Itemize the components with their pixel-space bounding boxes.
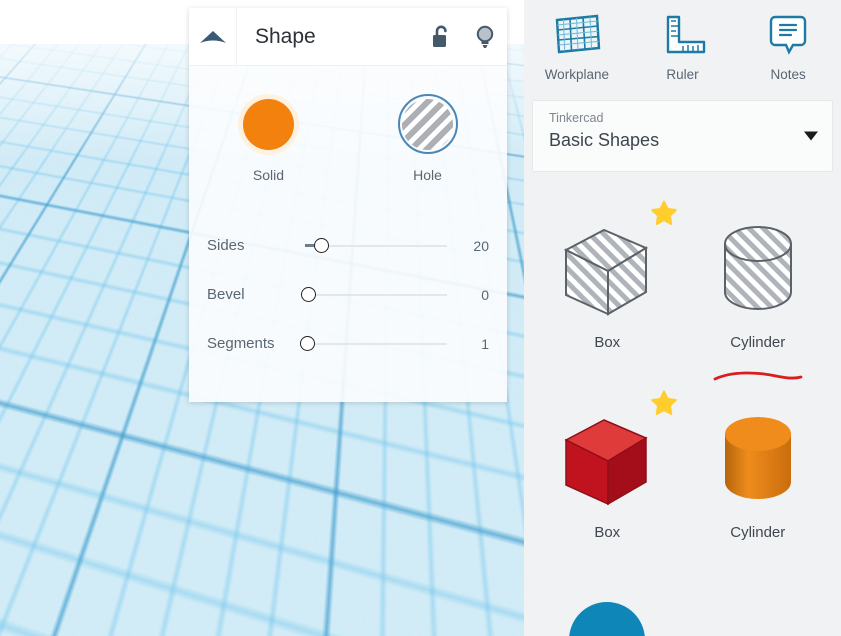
unlock-padlock-icon <box>433 25 447 47</box>
category-name: Basic Shapes <box>549 130 660 150</box>
dimension-value-1[interactable]: 1.50 <box>205 459 256 485</box>
category-provider: Tinkercad <box>549 111 604 125</box>
slider-knob-segments[interactable] <box>300 336 315 351</box>
slider-track-sides[interactable] <box>305 236 447 256</box>
workplane-grid-icon <box>555 14 601 54</box>
shape-item-sphere-partial[interactable] <box>532 576 683 636</box>
ruler-icon <box>666 15 705 54</box>
mode-solid[interactable]: Solid <box>189 94 348 183</box>
slider-knob-bevel[interactable] <box>301 287 316 302</box>
slider-value-sides[interactable]: 20 <box>447 238 489 254</box>
shape-item-box-hole[interactable]: Box <box>532 196 683 386</box>
slider-row-bevel: Bevel 0 <box>207 270 489 319</box>
slider-row-sides: Sides 20 <box>207 221 489 270</box>
shape-panel-header: Shape <box>189 7 507 66</box>
mode-solid-label: Solid <box>252 167 285 183</box>
solid-swatch-wrap <box>239 94 299 154</box>
notes-bubble-icon <box>769 15 807 55</box>
slider-value-segments[interactable]: 1 <box>447 336 489 352</box>
shape-item-box-solid[interactable]: Box <box>532 386 683 576</box>
shape-row <box>532 576 833 636</box>
light-toggle-button[interactable] <box>463 8 507 66</box>
shape-properties-panel: Shape Solid Hole Sides 20 Bevel 0 Segmen… <box>189 7 507 402</box>
slider-row-segments: Segments 1 <box>207 319 489 368</box>
shape-library-grid: Box Cylinder Box Cylinder <box>532 196 833 636</box>
chevron-down-icon <box>804 131 818 141</box>
dimension-value-2[interactable]: 1.50 <box>148 532 199 558</box>
shape-row: Box Cylinder <box>532 386 833 576</box>
slider-label-segments: Segments <box>207 335 275 352</box>
shape-item-cylinder-hole[interactable]: Cylinder <box>683 196 834 386</box>
partial-thumbnail <box>703 594 813 636</box>
box-hole-thumbnail <box>552 214 662 326</box>
cylinder-hole-thumbnail <box>703 214 813 326</box>
slider-track-segments[interactable] <box>300 334 447 354</box>
favorite-star-icon <box>650 390 677 420</box>
solid-color-swatch <box>243 98 294 150</box>
cylinder-solid-thumbnail <box>703 404 813 516</box>
tool-ruler-label: Ruler <box>666 67 699 82</box>
shape-parameter-sliders: Sides 20 Bevel 0 Segments 1 <box>189 183 507 368</box>
scale-handle[interactable] <box>94 472 105 483</box>
shape-item-cylinder-solid[interactable]: Cylinder <box>683 386 834 576</box>
slider-label-bevel: Bevel <box>207 286 245 303</box>
shape-row: Box Cylinder <box>532 196 833 386</box>
shape-label: Box <box>594 524 621 541</box>
tool-buttons: Workplane Ruler Notes <box>524 0 841 100</box>
tool-workplane[interactable]: Workplane <box>524 12 630 82</box>
triangle-up-icon <box>199 30 226 43</box>
shape-label: Cylinder <box>730 524 786 541</box>
red-annotation-underline-2 <box>143 563 217 576</box>
tool-workplane-label: Workplane <box>544 67 609 82</box>
shape-label: Cylinder <box>730 334 786 351</box>
shape-panel-collapse-button[interactable] <box>189 7 237 66</box>
tool-notes-label: Notes <box>770 67 806 82</box>
slider-fill-sides <box>305 244 314 247</box>
rotate-cone-handle[interactable] <box>160 258 182 274</box>
tinkercad-editor: 1.50 1.50 ❯ Shape Solid Hole Sides 20 Be… <box>0 0 841 636</box>
sphere-thumbnail <box>552 594 662 636</box>
rotate-arc-handle[interactable] <box>143 276 191 302</box>
slider-label-sides: Sides <box>207 237 245 254</box>
scale-handle[interactable] <box>101 459 114 472</box>
mode-hole[interactable]: Hole <box>348 94 507 183</box>
shape-item-partial[interactable] <box>683 576 834 636</box>
tool-notes[interactable]: Notes <box>735 12 841 82</box>
shape-panel-title: Shape <box>255 24 316 48</box>
right-sidebar: Workplane Ruler Notes Tinkercad Basic Sh… <box>524 0 841 636</box>
favorite-star-icon <box>650 200 677 230</box>
slider-knob-sides[interactable] <box>314 238 329 253</box>
scale-handle[interactable] <box>111 478 124 491</box>
red-annotation-underline-1 <box>196 489 261 501</box>
slider-track-bevel[interactable] <box>301 285 447 305</box>
shape-category-dropdown[interactable]: Tinkercad Basic Shapes <box>532 100 833 172</box>
lock-shape-button[interactable] <box>419 8 463 66</box>
hole-swatch-wrap-selected <box>397 94 458 154</box>
mode-hole-label: Hole <box>413 167 442 183</box>
hole-hatch-swatch <box>402 98 453 150</box>
slider-value-bevel[interactable]: 0 <box>447 287 489 303</box>
scale-handle[interactable] <box>116 468 127 479</box>
box-solid-thumbnail <box>552 404 662 516</box>
lightbulb-icon <box>476 25 494 48</box>
tool-ruler[interactable]: Ruler <box>630 12 736 82</box>
shape-label: Box <box>594 334 621 351</box>
shape-mode-selector: Solid Hole <box>189 66 507 183</box>
